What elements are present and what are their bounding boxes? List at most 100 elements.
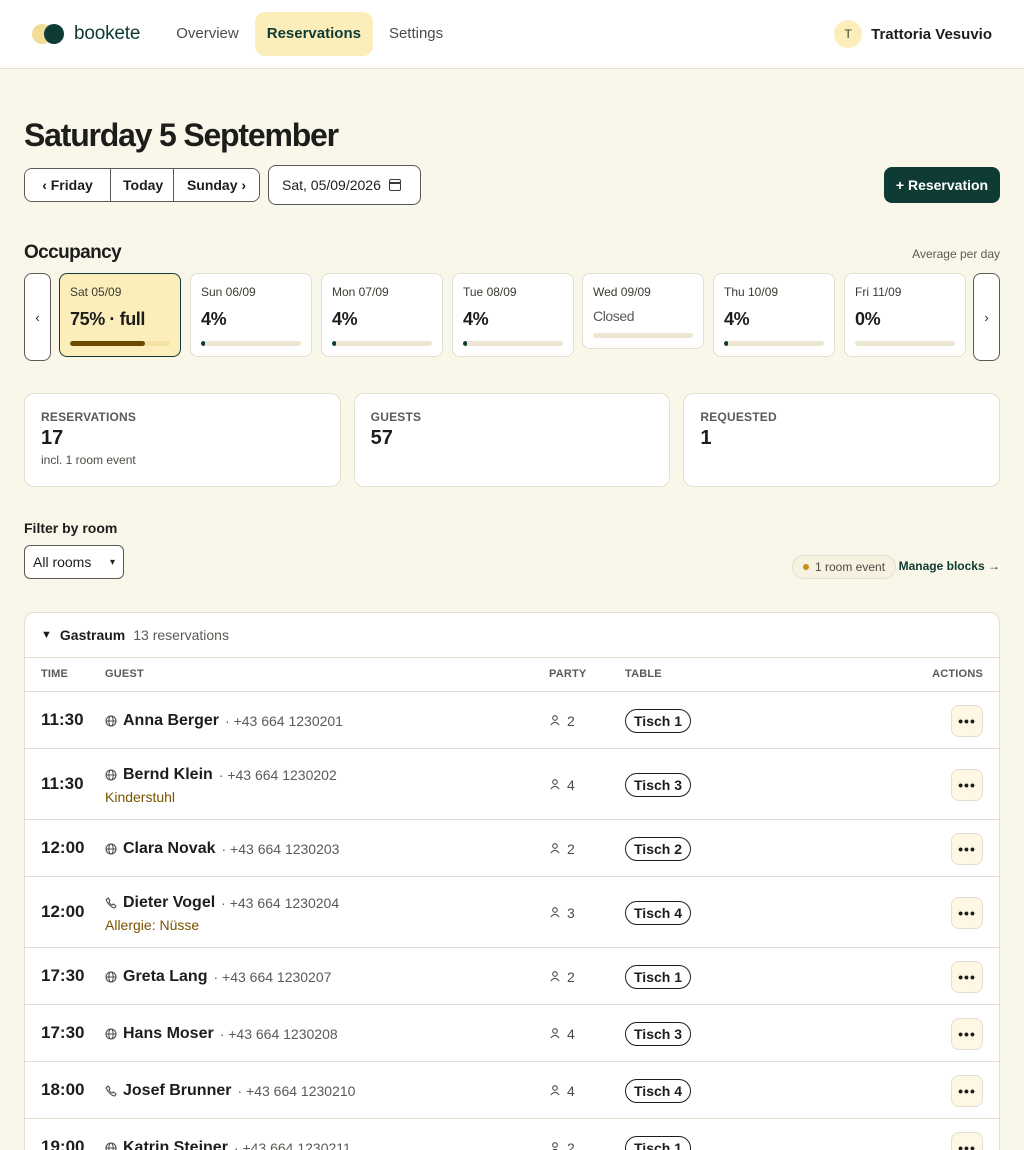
table-badge[interactable]: Tisch 3 bbox=[625, 773, 691, 797]
guest-name[interactable]: Anna Berger bbox=[123, 712, 219, 730]
party-count: 4 bbox=[567, 1083, 575, 1099]
more-dots-icon: ••• bbox=[958, 905, 976, 921]
day-label: Sun 06/09 bbox=[201, 285, 256, 299]
stat-note: incl. 1 room event bbox=[41, 453, 136, 467]
occupancy-day-card[interactable]: Tue 08/09 4% bbox=[452, 273, 574, 357]
guest-info[interactable]: Dieter Vogel · +43 664 1230204 bbox=[105, 892, 339, 914]
more-actions-button[interactable]: ••• bbox=[951, 961, 983, 993]
person-icon bbox=[549, 905, 561, 921]
guest-name[interactable]: Clara Novak bbox=[123, 840, 216, 858]
main-nav: Overview Reservations Settings bbox=[164, 12, 455, 56]
occupancy-bar-fill bbox=[463, 341, 467, 346]
occupancy-day-card[interactable]: Sun 06/09 4% bbox=[190, 273, 312, 357]
more-actions-button[interactable]: ••• bbox=[951, 1018, 983, 1050]
table-row[interactable]: 12:00 Dieter Vogel · +43 664 1230204 Allerg… bbox=[25, 877, 999, 948]
guest-name[interactable]: Hans Moser bbox=[123, 1025, 214, 1043]
occupancy-bar bbox=[201, 341, 301, 346]
occupancy-bar bbox=[70, 341, 170, 346]
table-row[interactable]: 11:30 Anna Berger · +43 664 1230201 2 Tisch … bbox=[25, 692, 999, 749]
globe-icon bbox=[105, 971, 117, 983]
party-size: 4 bbox=[549, 1026, 575, 1042]
today-button[interactable]: Today bbox=[111, 169, 174, 201]
room-filter-select[interactable]: All rooms ▾ bbox=[24, 545, 124, 579]
table-badge[interactable]: Tisch 1 bbox=[625, 709, 691, 733]
stat-value: 1 bbox=[700, 427, 712, 449]
occupancy-day-card[interactable]: Mon 07/09 4% bbox=[321, 273, 443, 357]
add-reservation-button[interactable]: + Reservation bbox=[884, 167, 1000, 203]
guest-info[interactable]: Hans Moser · +43 664 1230208 bbox=[105, 1023, 338, 1045]
occupancy-day-card[interactable]: Fri 11/09 0% bbox=[844, 273, 966, 357]
brand-name: bookete bbox=[74, 23, 141, 44]
occupancy-day-card[interactable]: Sat 05/09 75% · full bbox=[59, 273, 181, 357]
globe-icon bbox=[105, 843, 117, 855]
date-input[interactable]: Sat, 05/09/2026 bbox=[268, 165, 421, 205]
nav-item-overview[interactable]: Overview bbox=[164, 12, 251, 56]
more-actions-button[interactable]: ••• bbox=[951, 769, 983, 801]
guest-info[interactable]: Greta Lang · +43 664 1230207 bbox=[105, 966, 331, 988]
calendar-icon[interactable] bbox=[388, 179, 401, 191]
table-badge[interactable]: Tisch 4 bbox=[625, 901, 691, 925]
more-actions-button[interactable]: ••• bbox=[951, 1075, 983, 1107]
guest-name[interactable]: Greta Lang bbox=[123, 968, 207, 986]
more-actions-button[interactable]: ••• bbox=[951, 705, 983, 737]
nav-item-reservations[interactable]: Reservations bbox=[254, 12, 373, 56]
reservation-rows: 11:30 Anna Berger · +43 664 1230201 2 Tisch … bbox=[25, 692, 999, 1150]
occupancy-bar bbox=[332, 341, 432, 346]
next-day-button[interactable]: Sunday › bbox=[174, 169, 259, 201]
guest-info[interactable]: Clara Novak · +43 664 1230203 bbox=[105, 838, 339, 860]
brand-logo[interactable]: bookete bbox=[32, 23, 140, 45]
manage-blocks-link[interactable]: Manage blocks → bbox=[899, 559, 1000, 573]
table-row[interactable]: 17:30 Greta Lang · +43 664 1230207 2 Tisch 1… bbox=[25, 948, 999, 1005]
previous-day-button[interactable]: ‹ Friday bbox=[25, 169, 111, 201]
occupancy-day-card[interactable]: Wed 09/09 Closed bbox=[582, 273, 704, 349]
page-title: Saturday 5 September bbox=[24, 117, 339, 153]
guest-name[interactable]: Katrin Steiner bbox=[123, 1139, 228, 1150]
table-badge[interactable]: Tisch 1 bbox=[625, 965, 691, 989]
more-actions-button[interactable]: ••• bbox=[951, 1132, 983, 1150]
party-count: 2 bbox=[567, 841, 575, 857]
guest-phone: · +43 664 1230208 bbox=[219, 1026, 338, 1042]
table-row[interactable]: 17:30 Hans Moser · +43 664 1230208 4 Tisch 3… bbox=[25, 1005, 999, 1062]
table-row[interactable]: 19:00 Katrin Steiner · +43 664 1230211 2 Tis… bbox=[25, 1119, 999, 1150]
reservation-note: Kinderstuhl bbox=[105, 789, 176, 805]
chevron-left-icon: ‹ bbox=[35, 309, 40, 325]
nav-item-settings[interactable]: Settings bbox=[377, 12, 455, 56]
avatar: T bbox=[834, 20, 863, 48]
occupancy-bar-fill bbox=[724, 341, 728, 346]
guest-name[interactable]: Bernd Klein bbox=[123, 766, 213, 784]
reservation-time: 17:30 bbox=[41, 1023, 85, 1042]
account-menu[interactable]: T Trattoria Vesuvio bbox=[834, 20, 992, 48]
guest-name[interactable]: Josef Brunner bbox=[123, 1082, 231, 1100]
guest-name[interactable]: Dieter Vogel bbox=[123, 894, 215, 912]
table-row[interactable]: 11:30 Bernd Klein · +43 664 1230202 Kinders… bbox=[25, 749, 999, 820]
room-event-badge[interactable]: 1 room event bbox=[792, 555, 897, 579]
guest-phone: · +43 664 1230204 bbox=[221, 895, 340, 911]
table-badge[interactable]: Tisch 1 bbox=[625, 1136, 691, 1150]
table-row[interactable]: 12:00 Clara Novak · +43 664 1230203 2 Tisch … bbox=[25, 820, 999, 877]
table-row[interactable]: 18:00 Josef Brunner · +43 664 1230210 4 Tisc… bbox=[25, 1062, 999, 1119]
day-occupancy: 75% · full bbox=[70, 309, 146, 329]
room-header[interactable]: ▼ Gastraum 13 reservations bbox=[25, 613, 999, 658]
collapse-triangle-icon[interactable]: ▼ bbox=[41, 629, 52, 641]
guest-info[interactable]: Josef Brunner · +43 664 1230210 bbox=[105, 1080, 355, 1102]
occupancy-day-card[interactable]: Thu 10/09 4% bbox=[713, 273, 835, 357]
summary-stats: RESERVATIONS 17 incl. 1 room event GUEST… bbox=[24, 393, 1001, 487]
day-occupancy: 4% bbox=[724, 309, 750, 329]
more-actions-button[interactable]: ••• bbox=[951, 833, 983, 865]
more-dots-icon: ••• bbox=[958, 777, 976, 793]
party-size: 3 bbox=[549, 905, 575, 921]
occupancy-bar bbox=[855, 341, 955, 346]
column-party: PARTY bbox=[549, 668, 587, 680]
guest-phone: · +43 664 1230210 bbox=[237, 1083, 356, 1099]
more-actions-button[interactable]: ••• bbox=[951, 897, 983, 929]
guest-phone: · +43 664 1230201 bbox=[225, 713, 343, 729]
guest-info[interactable]: Katrin Steiner · +43 664 1230211 bbox=[105, 1137, 351, 1150]
table-badge[interactable]: Tisch 3 bbox=[625, 1022, 691, 1046]
table-badge[interactable]: Tisch 2 bbox=[625, 837, 691, 861]
guest-info[interactable]: Bernd Klein · +43 664 1230202 bbox=[105, 764, 337, 786]
table-badge[interactable]: Tisch 4 bbox=[625, 1079, 691, 1103]
occupancy-next-button[interactable]: › bbox=[973, 273, 1000, 361]
day-label: Sat 05/09 bbox=[70, 285, 122, 299]
occupancy-previous-button[interactable]: ‹ bbox=[24, 273, 51, 361]
guest-info[interactable]: Anna Berger · +43 664 1230201 bbox=[105, 710, 343, 732]
